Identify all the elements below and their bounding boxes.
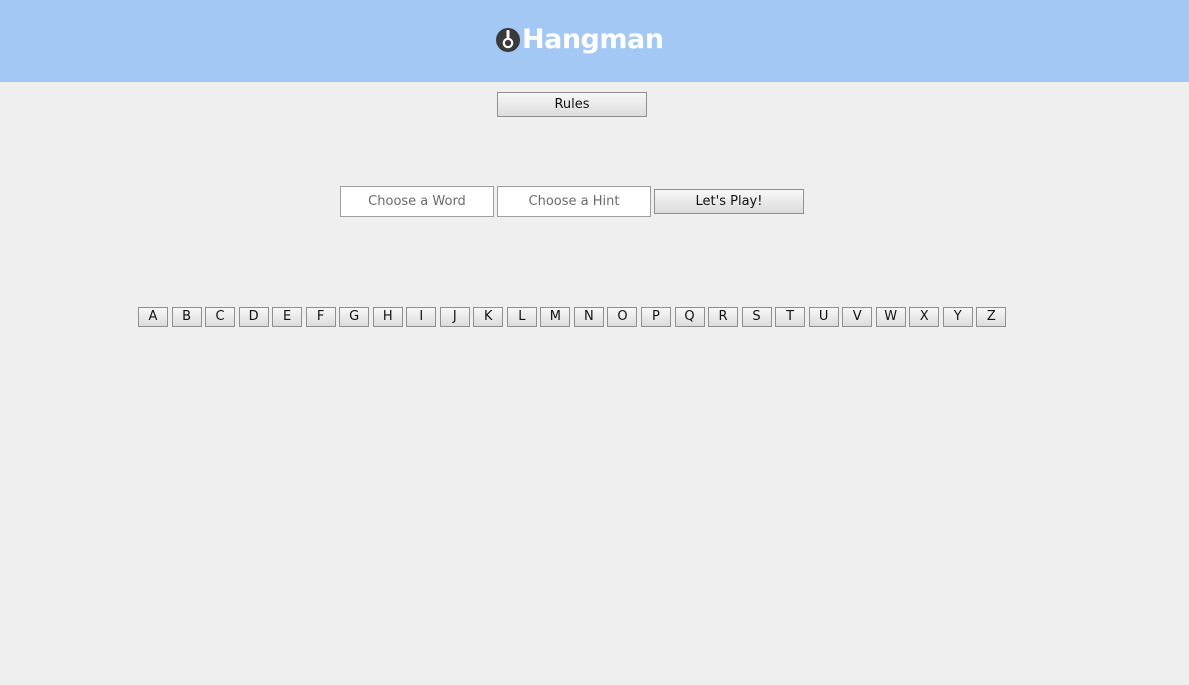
- letter-button-q[interactable]: Q: [674, 307, 705, 327]
- letter-button-i[interactable]: I: [406, 307, 437, 327]
- lets-play-button[interactable]: Let's Play!: [654, 189, 804, 214]
- letter-button-s[interactable]: S: [741, 307, 772, 327]
- letter-button-a[interactable]: A: [138, 307, 168, 327]
- letter-button-w[interactable]: W: [875, 307, 906, 327]
- letter-keyboard: ABCDEFGHIJKLMNOPQRSTUVWXYZ: [138, 307, 1010, 327]
- word-input[interactable]: [340, 186, 494, 217]
- letter-button-p[interactable]: P: [640, 307, 671, 327]
- letter-button-t[interactable]: T: [775, 307, 806, 327]
- letter-button-z[interactable]: Z: [976, 307, 1007, 327]
- letter-button-e[interactable]: E: [272, 307, 303, 327]
- letter-button-x[interactable]: X: [909, 307, 940, 327]
- letter-button-f[interactable]: F: [305, 307, 336, 327]
- page-title: Hangman: [522, 24, 664, 55]
- letter-button-r[interactable]: R: [708, 307, 739, 327]
- letter-button-g[interactable]: G: [339, 307, 370, 327]
- letter-button-m[interactable]: M: [540, 307, 571, 327]
- letter-button-c[interactable]: C: [205, 307, 236, 327]
- letter-button-j[interactable]: J: [439, 307, 470, 327]
- letter-button-y[interactable]: Y: [942, 307, 973, 327]
- letter-button-n[interactable]: N: [573, 307, 604, 327]
- letter-button-d[interactable]: D: [238, 307, 269, 327]
- noose-icon: [496, 28, 520, 52]
- letter-button-k[interactable]: K: [473, 307, 504, 327]
- brand: Hangman: [496, 22, 664, 58]
- header-bar: Hangman: [0, 0, 1189, 82]
- letter-button-o[interactable]: O: [607, 307, 638, 327]
- letter-button-u[interactable]: U: [808, 307, 839, 327]
- letter-button-v[interactable]: V: [842, 307, 873, 327]
- letter-button-l[interactable]: L: [506, 307, 537, 327]
- letter-button-b[interactable]: B: [171, 307, 202, 327]
- rules-button[interactable]: Rules: [497, 92, 647, 117]
- hint-input[interactable]: [497, 186, 651, 217]
- letter-button-h[interactable]: H: [372, 307, 403, 327]
